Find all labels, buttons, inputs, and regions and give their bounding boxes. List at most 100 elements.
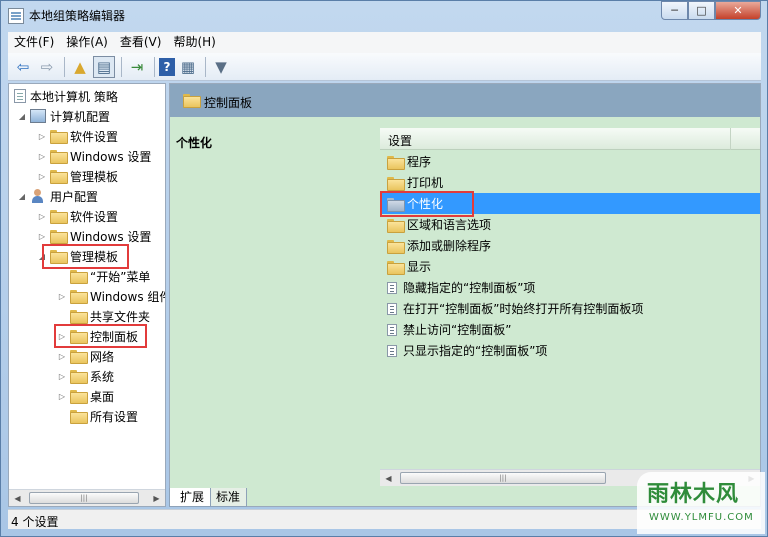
list-item-setting[interactable]: 在打开“控制面板”时始终打开所有控制面板项 [380, 298, 760, 319]
tab-extended[interactable]: 扩展 [169, 488, 212, 507]
tree-item-cc-windows[interactable]: ▷ Windows 设置 [37, 146, 151, 166]
properties-icon[interactable]: ▦ [177, 56, 199, 78]
collapsed-arrow-icon[interactable]: ▷ [57, 352, 67, 361]
tree-label: 所有设置 [90, 409, 139, 424]
menu-view[interactable]: 查看(V) [114, 32, 168, 53]
toolbar-separator [154, 56, 155, 77]
column-header[interactable]: 设置 [380, 128, 760, 150]
menu-help[interactable]: 帮助(H) [167, 32, 221, 53]
tree-item-start-menu[interactable]: “开始”菜单 [57, 266, 150, 286]
list-item-setting[interactable]: 只显示指定的“控制面板”项 [380, 340, 760, 361]
computer-icon [30, 109, 46, 123]
settings-list[interactable]: 设置 程序 打印机 个性化 区域和语言选项 添加或删除程序 显示 隐藏指定的“控… [380, 128, 760, 478]
watermark-text: 雨林木风 [647, 482, 740, 507]
up-folder-icon[interactable]: ▲ [69, 56, 91, 78]
scroll-left-icon[interactable]: ◀ [380, 470, 397, 486]
list-item-label: 程序 [407, 155, 432, 169]
expanded-arrow-icon[interactable]: ◢ [17, 192, 27, 201]
toolbar: ⇦ ⇨ ▲ ▤ ⇥ ? ▦ ▼ [8, 53, 761, 81]
maximize-button[interactable]: □ [688, 1, 715, 20]
list-item-label: 个性化 [407, 197, 444, 211]
watermark-logo: 雨林木风 WWW.YLMFU.COM [637, 472, 765, 534]
scroll-thumb[interactable]: ||| [400, 472, 606, 484]
tree-item-desktop[interactable]: ▷ 桌面 [57, 386, 114, 406]
export-list-icon[interactable]: ⇥ [126, 56, 148, 78]
window: 本地组策略编辑器 ─ □ ✕ 文件(F) 操作(A) 查看(V) 帮助(H) ⇦… [0, 0, 768, 537]
tree-horizontal-scrollbar[interactable]: ◀ ||| ▶ [9, 489, 165, 506]
forward-icon[interactable]: ⇨ [36, 56, 58, 78]
app-icon [8, 8, 24, 24]
tree-item-uc-windows[interactable]: ▷ Windows 设置 [37, 226, 151, 246]
tree-pane[interactable]: 本地计算机 策略 ◢ 计算机配置 ▷ 软件设置 ▷ Windows 设置 ▷ 管… [8, 83, 166, 507]
collapsed-arrow-icon[interactable]: ▷ [57, 392, 67, 401]
toolbar-separator [64, 56, 65, 77]
toolbar-separator [205, 56, 206, 77]
scroll-left-icon[interactable]: ◀ [9, 490, 26, 506]
list-item-folder[interactable]: 添加或删除程序 [380, 235, 760, 256]
folder-icon [50, 210, 68, 224]
help-icon[interactable]: ? [159, 57, 175, 76]
list-item-label: 区域和语言选项 [407, 218, 492, 232]
tree-item-root[interactable]: 本地计算机 策略 [11, 86, 118, 106]
view-tabs: 扩展 标准 [169, 488, 248, 508]
tree-item-uc-admin[interactable]: ◢ 管理模板 [37, 246, 118, 266]
tree-item-uc-software[interactable]: ▷ 软件设置 [37, 206, 118, 226]
menu-file[interactable]: 文件(F) [8, 32, 60, 53]
expanded-arrow-icon[interactable]: ◢ [37, 252, 47, 261]
show-hide-tree-icon[interactable]: ▤ [93, 55, 115, 78]
tree-label: 计算机配置 [50, 109, 111, 124]
list-item-folder-selected[interactable]: 个性化 [380, 193, 760, 214]
tree-label: Windows 组件 [90, 289, 166, 304]
list-item-label: 禁止访问“控制面板” [403, 323, 512, 337]
collapsed-arrow-icon[interactable]: ▷ [37, 212, 47, 221]
list-item-setting[interactable]: 隐藏指定的“控制面板”项 [380, 277, 760, 298]
window-controls: ─ □ ✕ [661, 1, 761, 20]
folder-icon [387, 260, 405, 275]
tree-item-cc-software[interactable]: ▷ 软件设置 [37, 126, 118, 146]
tree-label: 软件设置 [70, 209, 119, 224]
scroll-thumb[interactable]: ||| [29, 492, 139, 504]
scroll-right-icon[interactable]: ▶ [148, 490, 165, 506]
tree-item-user-config[interactable]: ◢ 用户配置 [17, 186, 98, 206]
content-header-title: 控制面板 [204, 96, 253, 110]
title-bar[interactable]: 本地组策略编辑器 ─ □ ✕ [1, 1, 767, 31]
tree-item-computer-config[interactable]: ◢ 计算机配置 [17, 106, 110, 126]
collapsed-arrow-icon[interactable]: ▷ [57, 372, 67, 381]
tree-item-system[interactable]: ▷ 系统 [57, 366, 114, 386]
list-item-folder[interactable]: 程序 [380, 151, 760, 172]
back-icon[interactable]: ⇦ [12, 56, 34, 78]
tree-item-network[interactable]: ▷ 网络 [57, 346, 114, 366]
folder-icon [70, 370, 88, 384]
setting-icon [387, 323, 397, 336]
expanded-arrow-icon[interactable]: ◢ [17, 112, 27, 121]
list-item-setting[interactable]: 禁止访问“控制面板” [380, 319, 760, 340]
menu-action[interactable]: 操作(A) [60, 32, 114, 53]
folder-icon [50, 230, 68, 244]
folder-icon [70, 390, 88, 404]
minimize-button[interactable]: ─ [661, 1, 688, 20]
filter-icon[interactable]: ▼ [210, 56, 232, 78]
list-item-folder[interactable]: 区域和语言选项 [380, 214, 760, 235]
collapsed-arrow-icon[interactable]: ▷ [37, 132, 47, 141]
tree-label: 系统 [90, 369, 115, 384]
close-button[interactable]: ✕ [715, 1, 761, 20]
tab-standard[interactable]: 标准 [205, 488, 248, 507]
collapsed-arrow-icon[interactable]: ▷ [37, 232, 47, 241]
collapsed-arrow-icon[interactable]: ▷ [37, 152, 47, 161]
setting-icon [387, 281, 397, 294]
tree-item-control-panel[interactable]: ▷ 控制面板 [57, 326, 138, 346]
list-item-folder[interactable]: 打印机 [380, 172, 760, 193]
tree-item-cc-admin[interactable]: ▷ 管理模板 [37, 166, 118, 186]
tree-label: “开始”菜单 [90, 269, 151, 284]
collapsed-arrow-icon[interactable]: ▷ [37, 172, 47, 181]
column-separator[interactable] [730, 128, 731, 150]
tree-item-windows-components[interactable]: ▷ Windows 组件 [57, 286, 166, 306]
list-item-folder[interactable]: 显示 [380, 256, 760, 277]
tree-label: 网络 [90, 349, 115, 364]
list-item-label: 隐藏指定的“控制面板”项 [403, 281, 536, 295]
collapsed-arrow-icon[interactable]: ▷ [57, 292, 67, 301]
tree-item-all-settings[interactable]: 所有设置 [57, 406, 138, 426]
tree-label: 软件设置 [70, 129, 119, 144]
tree-item-shared-folders[interactable]: 共享文件夹 [57, 306, 150, 326]
collapsed-arrow-icon[interactable]: ▷ [57, 332, 67, 341]
